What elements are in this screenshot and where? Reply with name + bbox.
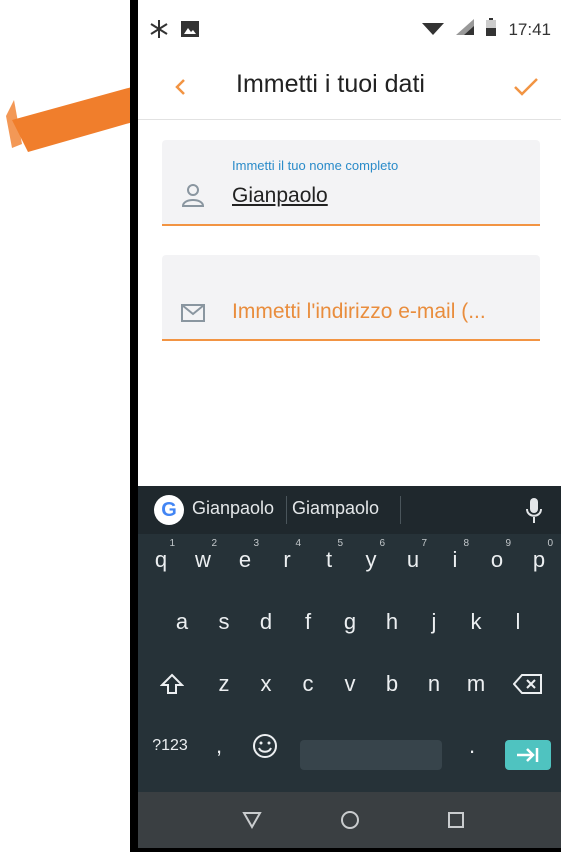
- name-field[interactable]: Immetti il tuo nome completo Gianpaolo: [162, 140, 540, 226]
- nav-recents-button[interactable]: [442, 806, 470, 834]
- wifi-icon: [422, 19, 445, 40]
- comma-key[interactable]: ,: [204, 720, 234, 772]
- circle-home-icon: [341, 811, 359, 829]
- triangle-back-icon: [242, 812, 262, 829]
- key-i[interactable]: i8: [435, 534, 475, 586]
- signal-icon: [456, 19, 475, 40]
- shift-key[interactable]: [144, 658, 200, 710]
- key-z[interactable]: z: [204, 658, 244, 710]
- key-row-2: a s d f g h j k l: [138, 596, 561, 652]
- key-r[interactable]: r4: [267, 534, 307, 586]
- nav-bar: [138, 792, 561, 848]
- key-q[interactable]: q1: [141, 534, 181, 586]
- key-c[interactable]: c: [288, 658, 328, 710]
- page-title: Immetti i tuoi dati: [236, 70, 425, 98]
- person-icon: [181, 184, 205, 207]
- name-field-value: Gianpaolo: [232, 184, 328, 207]
- backspace-icon: [513, 674, 542, 694]
- phone-frame: 17:41 Immetti i tuoi dati Immetti il tuo…: [130, 0, 561, 852]
- suggestion-2[interactable]: Giampaolo: [292, 498, 379, 519]
- key-j[interactable]: j: [414, 596, 454, 648]
- email-field-placeholder: Immetti l'indirizzo e-mail (...: [232, 300, 486, 323]
- key-p[interactable]: p0: [519, 534, 559, 586]
- battery-icon: [486, 18, 497, 41]
- name-field-label: Immetti il tuo nome completo: [232, 158, 399, 173]
- key-m[interactable]: m: [456, 658, 496, 710]
- google-logo-icon[interactable]: G: [154, 495, 184, 525]
- back-button[interactable]: [166, 72, 196, 102]
- key-a[interactable]: a: [162, 596, 202, 648]
- key-row-3: z x c v b n m: [138, 658, 561, 714]
- key-h[interactable]: h: [372, 596, 412, 648]
- mail-icon: [181, 304, 205, 322]
- square-recents-icon: [448, 812, 464, 828]
- suggestion-strip: G Gianpaolo Giampaolo: [138, 486, 561, 534]
- chevron-left-icon: [175, 79, 185, 95]
- nav-home-button[interactable]: [336, 806, 364, 834]
- key-l[interactable]: l: [498, 596, 538, 648]
- suggestion-1[interactable]: Gianpaolo: [192, 498, 274, 519]
- status-bar: 17:41: [138, 0, 561, 58]
- next-key[interactable]: [505, 740, 551, 770]
- key-d[interactable]: d: [246, 596, 286, 648]
- symbols-key[interactable]: ?123: [142, 720, 198, 772]
- shift-icon: [160, 673, 184, 694]
- key-b[interactable]: b: [372, 658, 412, 710]
- key-w[interactable]: w2: [183, 534, 223, 586]
- space-key[interactable]: [300, 740, 442, 770]
- key-s[interactable]: s: [204, 596, 244, 648]
- confirm-button[interactable]: [509, 70, 543, 104]
- key-e[interactable]: e3: [225, 534, 265, 586]
- key-f[interactable]: f: [288, 596, 328, 648]
- screen: 17:41 Immetti i tuoi dati Immetti il tuo…: [138, 0, 561, 848]
- nav-back-button[interactable]: [238, 806, 266, 834]
- image-icon: [180, 20, 200, 43]
- period-key[interactable]: .: [454, 720, 490, 772]
- key-x[interactable]: x: [246, 658, 286, 710]
- key-g[interactable]: g: [330, 596, 370, 648]
- key-y[interactable]: y6: [351, 534, 391, 586]
- suggestion-divider: [400, 496, 401, 524]
- key-o[interactable]: o9: [477, 534, 517, 586]
- key-row-1: q1 w2 e3 r4 t5 y6 u7 i8 o9 p0: [138, 534, 561, 590]
- emoji-key[interactable]: [242, 720, 288, 772]
- suggestion-divider: [286, 496, 287, 524]
- emoji-icon: [253, 734, 277, 758]
- status-time: 17:41: [508, 19, 551, 39]
- key-n[interactable]: n: [414, 658, 454, 710]
- app-bar: Immetti i tuoi dati: [138, 58, 561, 120]
- key-v[interactable]: v: [330, 658, 370, 710]
- keyboard: G Gianpaolo Giampaolo q1 w2 e3 r4 t5 y6 …: [138, 486, 561, 792]
- email-field[interactable]: Immetti l'indirizzo e-mail (...: [162, 255, 540, 341]
- bluetooth-like-icon: [148, 18, 170, 45]
- key-k[interactable]: k: [456, 596, 496, 648]
- tab-next-icon: [517, 748, 539, 762]
- key-u[interactable]: u7: [393, 534, 433, 586]
- check-icon: [514, 78, 538, 96]
- microphone-icon[interactable]: [525, 498, 543, 524]
- key-t[interactable]: t5: [309, 534, 349, 586]
- backspace-key[interactable]: [502, 658, 554, 710]
